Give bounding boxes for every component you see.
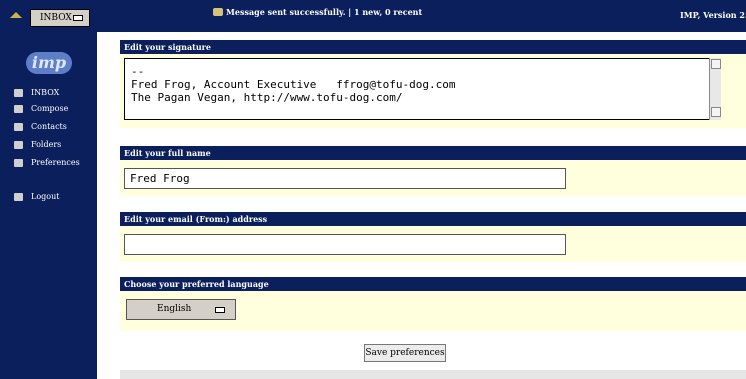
fullname-heading: Edit your full name — [120, 146, 746, 160]
sidebar-item-contacts[interactable]: Contacts — [14, 122, 67, 131]
signature-textarea[interactable]: -- Fred Frog, Account Executive ffrog@to… — [124, 58, 721, 120]
mailbox-select-value: INBOX — [40, 13, 72, 23]
preferences-form: Edit your signature -- Fred Frog, Accoun… — [120, 32, 746, 379]
contacts-icon — [14, 122, 23, 131]
scroll-down-icon[interactable] — [711, 107, 721, 117]
email-heading: Edit your email (From:) address — [120, 212, 746, 226]
language-select[interactable]: English — [126, 299, 236, 320]
status-message: Message sent successfully. | 1 new, 0 re… — [226, 7, 423, 17]
home-icon — [14, 88, 23, 97]
version-label: IMP, Version 2.2 — [680, 10, 746, 20]
sidebar-item-label: Contacts — [31, 122, 67, 131]
dropdown-icon — [215, 307, 225, 313]
mailbox-icon — [10, 12, 22, 18]
sidebar-item-logout[interactable]: Logout — [14, 192, 59, 201]
sidebar-item-preferences[interactable]: Preferences — [14, 158, 80, 167]
footer-bar — [120, 370, 746, 379]
email-panel — [120, 226, 746, 262]
fullname-input[interactable]: Fred Frog — [124, 168, 566, 189]
fullname-panel: Fred Frog — [120, 160, 746, 196]
imp-logo: imp — [26, 52, 72, 74]
save-preferences-button[interactable]: Save preferences — [364, 344, 446, 362]
signature-heading: Edit your signature — [120, 40, 746, 54]
top-bar: INBOX Message sent successfully. | 1 new… — [0, 0, 746, 32]
folders-icon — [14, 140, 23, 149]
sidebar-item-label: Folders — [31, 140, 62, 149]
sidebar-item-compose[interactable]: Compose — [14, 104, 68, 113]
sidebar-item-folders[interactable]: Folders — [14, 140, 61, 149]
dropdown-icon — [73, 15, 83, 21]
sidebar: imp INBOX Compose Contacts Folders Prefe… — [0, 32, 97, 379]
language-panel: English — [120, 291, 746, 331]
sidebar-item-label: Compose — [31, 104, 69, 113]
signature-scrollbar[interactable] — [709, 58, 721, 120]
email-input[interactable] — [124, 234, 566, 255]
mailbox-select[interactable]: INBOX — [30, 9, 90, 27]
sidebar-item-label: INBOX — [31, 88, 60, 97]
compose-icon — [14, 104, 23, 113]
sidebar-item-inbox[interactable]: INBOX — [14, 88, 59, 97]
language-select-value: English — [157, 304, 192, 314]
sidebar-item-label: Logout — [31, 192, 60, 201]
signature-panel: -- Fred Frog, Account Executive ffrog@to… — [120, 54, 746, 128]
logout-icon — [14, 192, 23, 201]
status-icon — [213, 8, 223, 16]
preferences-icon — [14, 158, 23, 167]
scroll-up-icon[interactable] — [711, 59, 721, 69]
sidebar-item-label: Preferences — [31, 158, 80, 167]
language-heading: Choose your preferred language — [120, 277, 746, 291]
